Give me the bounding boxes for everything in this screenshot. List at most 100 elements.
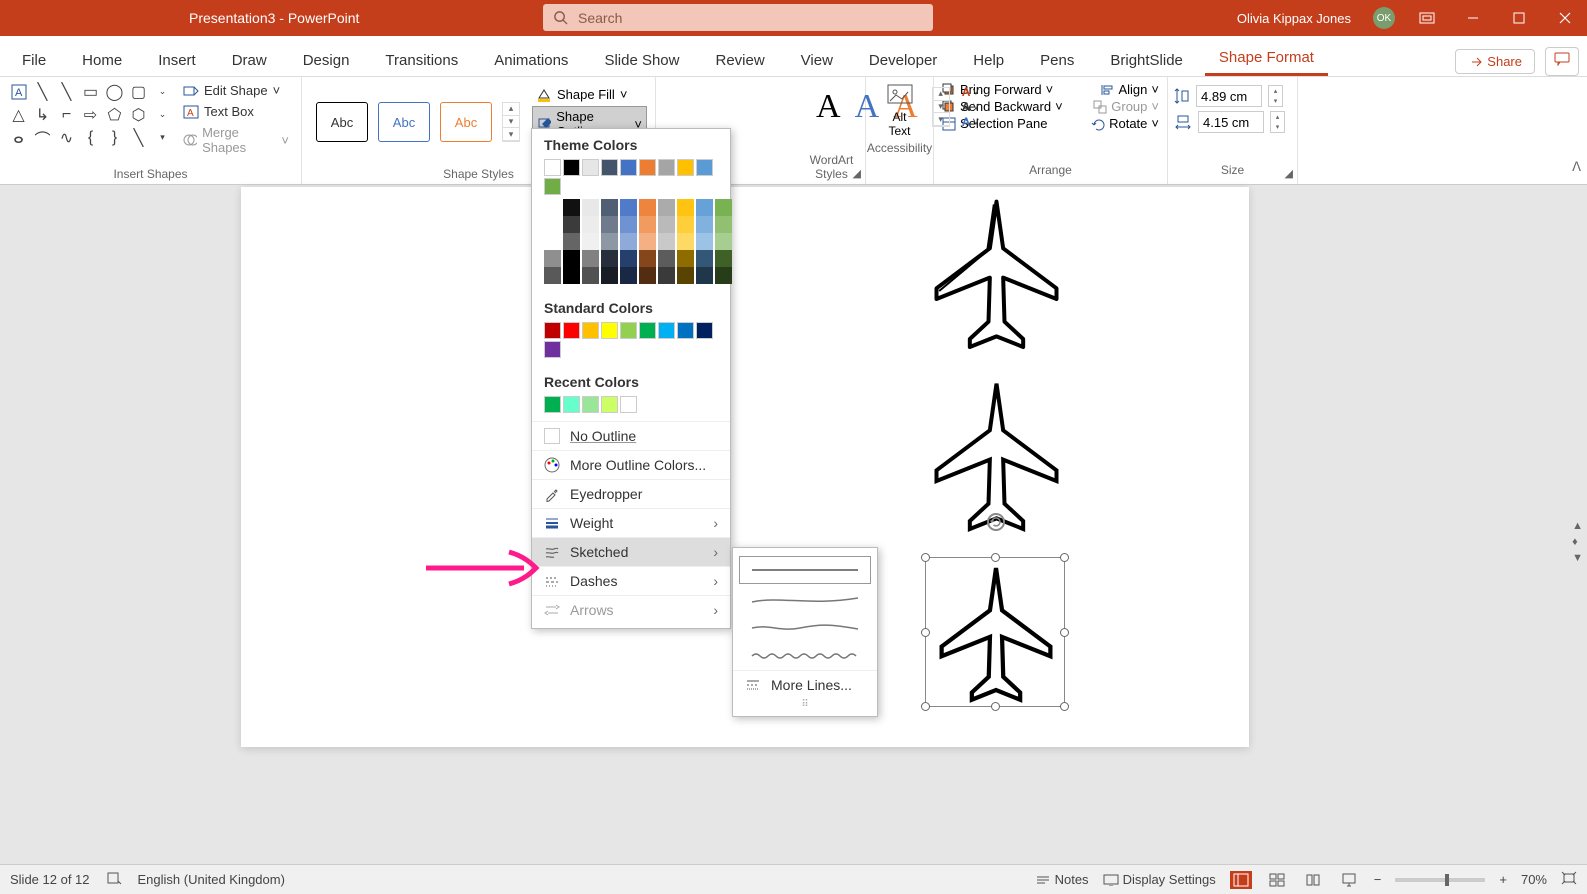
more-icon[interactable]: ⌄ xyxy=(152,81,173,102)
tab-animations[interactable]: Animations xyxy=(480,44,582,76)
tab-home[interactable]: Home xyxy=(68,44,136,76)
arc-shape-icon[interactable]: ⌒ xyxy=(32,127,53,148)
line-shape-icon[interactable]: ╲ xyxy=(56,81,77,102)
style-preset[interactable]: Abc xyxy=(378,102,430,142)
oval-shape-icon[interactable]: ◯ xyxy=(104,81,125,102)
rect-shape-icon[interactable]: ▭ xyxy=(80,81,101,102)
color-swatch[interactable] xyxy=(601,267,618,284)
textbox-shape-icon[interactable]: A xyxy=(8,81,29,102)
color-swatch[interactable] xyxy=(582,250,599,267)
color-swatch[interactable] xyxy=(544,199,561,216)
color-swatch[interactable] xyxy=(601,199,618,216)
connector-shape-icon[interactable]: ⌐ xyxy=(56,104,77,125)
notes-button[interactable]: Notes xyxy=(1035,872,1089,887)
ribbon-display-icon[interactable] xyxy=(1413,4,1441,32)
color-swatch[interactable] xyxy=(563,396,580,413)
zoom-out-button[interactable]: − xyxy=(1374,872,1382,887)
shape-fill-button[interactable]: Shape Fill ˅ xyxy=(532,85,647,104)
color-swatch[interactable] xyxy=(715,216,732,233)
color-swatch[interactable] xyxy=(544,233,561,250)
shapes-gallery[interactable]: A ╲ ╲ ▭ ◯ ▢ ⌄ △ ↳ ⌐ ⇨ ⬠ ⬡ ⌄ xyxy=(8,81,173,157)
color-swatch[interactable] xyxy=(544,267,561,284)
tab-draw[interactable]: Draw xyxy=(218,44,281,76)
rotate-button[interactable]: Rotate ˅ xyxy=(1089,115,1161,132)
wave-shape-icon[interactable]: ∿ xyxy=(56,127,77,148)
color-swatch[interactable] xyxy=(658,267,675,284)
weight-item[interactable]: Weight› xyxy=(532,508,730,537)
more-icon[interactable]: ⌄ xyxy=(152,104,173,125)
color-swatch[interactable] xyxy=(715,267,732,284)
tab-slide-show[interactable]: Slide Show xyxy=(590,44,693,76)
display-settings-button[interactable]: Display Settings xyxy=(1103,872,1216,887)
color-swatch[interactable] xyxy=(639,322,656,339)
color-swatch[interactable] xyxy=(601,250,618,267)
color-swatch[interactable] xyxy=(563,250,580,267)
resize-handle[interactable] xyxy=(921,702,930,711)
rotate-handle-icon[interactable] xyxy=(987,513,1005,531)
color-swatch[interactable] xyxy=(639,159,656,176)
color-swatch[interactable] xyxy=(620,322,637,339)
roundrect-shape-icon[interactable]: ▢ xyxy=(128,81,149,102)
tab-review[interactable]: Review xyxy=(701,44,778,76)
color-swatch[interactable] xyxy=(620,233,637,250)
color-swatch[interactable] xyxy=(544,341,561,358)
zoom-percent[interactable]: 70% xyxy=(1521,872,1547,887)
share-button[interactable]: Share xyxy=(1455,49,1535,74)
tab-design[interactable]: Design xyxy=(289,44,364,76)
plane-shape-1[interactable] xyxy=(929,195,1064,355)
color-swatch[interactable] xyxy=(677,199,694,216)
color-swatch[interactable] xyxy=(639,199,656,216)
color-swatch[interactable] xyxy=(582,396,599,413)
width-spinner[interactable]: ▴▾ xyxy=(1270,111,1285,133)
color-swatch[interactable] xyxy=(620,267,637,284)
color-swatch[interactable] xyxy=(601,396,618,413)
slide-sorter-view-icon[interactable] xyxy=(1266,871,1288,889)
gallery-nav[interactable]: ▴▾▾ xyxy=(502,102,520,142)
resize-handle[interactable] xyxy=(991,553,1000,562)
color-swatch[interactable] xyxy=(677,267,694,284)
tab-transitions[interactable]: Transitions xyxy=(371,44,472,76)
color-swatch[interactable] xyxy=(563,216,580,233)
color-swatch[interactable] xyxy=(620,199,637,216)
no-outline-item[interactable]: No Outline xyxy=(532,421,730,450)
tab-insert[interactable]: Insert xyxy=(144,44,210,76)
height-spinner[interactable]: ▴▾ xyxy=(1268,85,1283,107)
collapse-ribbon-icon[interactable]: ᐱ xyxy=(1572,159,1581,175)
color-swatch[interactable] xyxy=(620,396,637,413)
dashes-item[interactable]: Dashes› xyxy=(532,566,730,595)
slide-counter[interactable]: Slide 12 of 12 xyxy=(10,872,90,887)
slideshow-view-icon[interactable] xyxy=(1338,871,1360,889)
resize-handle[interactable] xyxy=(1060,628,1069,637)
sketch-style-scribble[interactable] xyxy=(733,642,877,670)
edit-shape-button[interactable]: Edit Shape ˅ xyxy=(179,81,293,100)
sketch-style-none[interactable] xyxy=(739,556,871,584)
color-swatch[interactable] xyxy=(601,322,618,339)
freeform-shape-icon[interactable]: ⴰ xyxy=(8,127,29,148)
color-swatch[interactable] xyxy=(563,199,580,216)
color-swatch[interactable] xyxy=(658,233,675,250)
color-swatch[interactable] xyxy=(544,178,561,195)
color-swatch[interactable] xyxy=(696,322,713,339)
color-swatch[interactable] xyxy=(563,322,580,339)
color-swatch[interactable] xyxy=(639,233,656,250)
sketch-style-curved[interactable] xyxy=(733,586,877,614)
alt-text-button[interactable]: Alt Text xyxy=(886,83,914,138)
resize-handle[interactable] xyxy=(921,628,930,637)
tab-view[interactable]: View xyxy=(787,44,847,76)
dialog-launcher-icon[interactable]: ◢ xyxy=(1285,167,1293,180)
text-fill-button[interactable]: A˅ xyxy=(962,85,980,99)
height-input[interactable] xyxy=(1196,85,1262,107)
text-box-button[interactable]: AText Box xyxy=(179,102,293,121)
color-swatch[interactable] xyxy=(696,159,713,176)
color-swatch[interactable] xyxy=(715,199,732,216)
close-icon[interactable] xyxy=(1551,4,1579,32)
color-swatch[interactable] xyxy=(544,159,561,176)
color-swatch[interactable] xyxy=(620,159,637,176)
color-swatch[interactable] xyxy=(582,159,599,176)
connector-shape-icon[interactable]: ↳ xyxy=(32,104,53,125)
color-swatch[interactable] xyxy=(715,250,732,267)
canvas-area[interactable]: ▲♦▼ xyxy=(0,185,1587,854)
tab-file[interactable]: File xyxy=(8,44,60,76)
color-swatch[interactable] xyxy=(620,216,637,233)
tab-shape-format[interactable]: Shape Format xyxy=(1205,41,1328,76)
